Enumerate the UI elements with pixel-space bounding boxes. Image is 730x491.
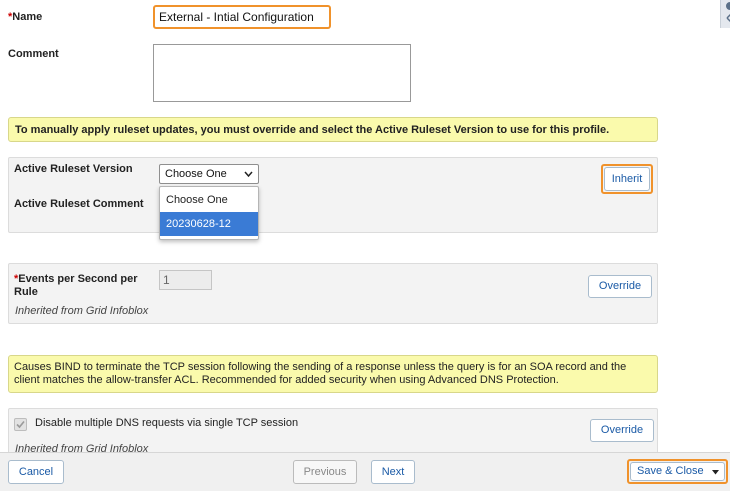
- tcp-checkbox: [14, 418, 27, 431]
- checkmark-icon: [16, 420, 25, 429]
- eps-inherited-text: Inherited from Grid Infoblox: [15, 305, 149, 317]
- comment-label: Comment: [8, 48, 59, 60]
- eps-label: *Events per Second per Rule: [14, 273, 138, 298]
- active-ruleset-comment-label: Active Ruleset Comment: [14, 198, 144, 210]
- previous-button[interactable]: Previous: [293, 460, 357, 484]
- save-close-button[interactable]: Save & Close: [630, 462, 725, 481]
- ruleset-version-dropdown: Choose One 20230628-12: [159, 186, 259, 240]
- ruleset-option-version[interactable]: 20230628-12: [160, 212, 258, 236]
- next-button[interactable]: Next: [371, 460, 415, 484]
- name-input[interactable]: [156, 8, 328, 26]
- caret-down-icon[interactable]: [712, 470, 719, 475]
- wizard-footer: [0, 452, 730, 491]
- name-label: *Name: [8, 11, 43, 23]
- ruleset-option-choose-one[interactable]: Choose One: [160, 188, 258, 212]
- tcp-checkbox-label: Disable multiple DNS requests via single…: [35, 417, 299, 429]
- chevron-down-icon: [244, 171, 253, 178]
- comment-textarea[interactable]: [153, 44, 411, 102]
- eps-input: [159, 270, 212, 290]
- inherit-button[interactable]: Inherit: [604, 167, 650, 191]
- side-toolbar-icon[interactable]: [720, 0, 730, 28]
- ruleset-note: To manually apply ruleset updates, you m…: [8, 117, 658, 142]
- help-icon: [726, 2, 730, 23]
- tcp-override-button[interactable]: Override: [590, 419, 654, 442]
- ruleset-version-select[interactable]: Choose One: [159, 164, 259, 184]
- eps-override-button[interactable]: Override: [588, 275, 652, 298]
- cancel-button[interactable]: Cancel: [8, 460, 64, 484]
- active-ruleset-version-label: Active Ruleset Version: [14, 163, 133, 175]
- tcp-note: Causes BIND to terminate the TCP session…: [8, 355, 658, 393]
